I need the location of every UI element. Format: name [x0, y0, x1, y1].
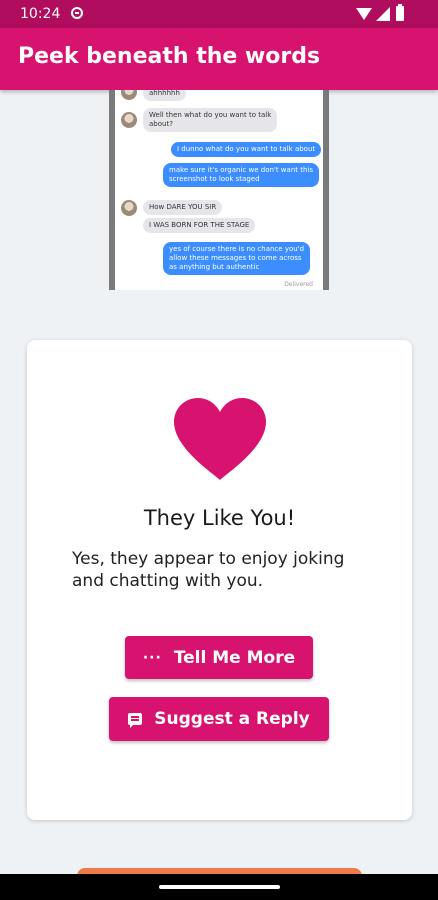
app-title: Peek beneath the words	[18, 44, 321, 69]
message-icon	[128, 713, 143, 728]
chat-message: make sure it's organic we don't want thi…	[163, 163, 320, 187]
status-icons	[356, 4, 410, 22]
chat-message: yes of course there is no chance you'd a…	[163, 242, 311, 275]
status-time: 10:24	[20, 6, 61, 22]
battery-icon	[396, 4, 404, 21]
result-description: Yes, they appear to enjoy joking and cha…	[72, 549, 345, 591]
contact-avatar	[121, 90, 137, 100]
signal-icon	[376, 7, 390, 21]
notification-icon	[71, 7, 83, 19]
app-bar: Peek beneath the words	[0, 28, 438, 90]
contact-avatar	[121, 112, 137, 128]
heart-icon	[174, 398, 266, 480]
chat-screenshot-preview: ahhhhhh Well then what do you want to ta…	[109, 90, 329, 290]
contact-avatar	[121, 200, 137, 216]
chat-message: I WAS BORN FOR THE STAGE	[143, 218, 256, 233]
chat-message: How DARE YOU SIR	[143, 200, 223, 215]
navigation-bar	[0, 874, 438, 900]
chat-message: ahhhhhh	[143, 90, 186, 101]
wifi-icon	[356, 8, 372, 20]
result-card: They Like You! Yes, they appear to enjoy…	[27, 340, 412, 820]
chat-message: I dunno what do you want to talk about	[171, 142, 322, 157]
result-title: They Like You!	[143, 506, 296, 530]
more-dots-icon: ···	[142, 649, 162, 666]
home-handle[interactable]	[159, 885, 280, 889]
suggest-reply-label: Suggest a Reply	[154, 709, 310, 729]
chat-message: Well then what do you want to talk about…	[143, 108, 278, 132]
delivered-label: Delivered	[284, 281, 313, 288]
status-bar: 10:24	[0, 0, 438, 28]
suggest-reply-button[interactable]: Suggest a Reply	[109, 697, 329, 741]
tell-me-more-label: Tell Me More	[173, 647, 296, 668]
tell-me-more-button[interactable]: ··· Tell Me More	[125, 636, 313, 679]
